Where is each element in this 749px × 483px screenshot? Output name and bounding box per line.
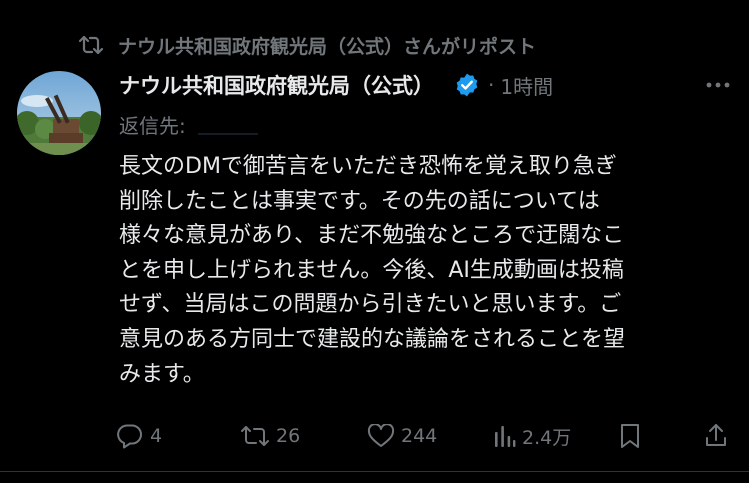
bookmark-button[interactable] bbox=[619, 418, 641, 454]
views-count: 2.4万 bbox=[522, 426, 572, 449]
post-header: ナウル共和国政府観光局（公式） · 1時間 bbox=[119, 66, 553, 104]
divider bbox=[0, 471, 749, 472]
views-button[interactable]: 2.4万 bbox=[494, 418, 571, 454]
more-options-icon[interactable] bbox=[705, 72, 731, 98]
repost-count: 26 bbox=[276, 425, 301, 447]
post-body-line: とを申し上げられません。今後、AI生成動画は投稿 bbox=[119, 257, 624, 283]
repost-button[interactable]: 26 bbox=[240, 418, 300, 454]
reply-count: 4 bbox=[150, 425, 163, 447]
like-count: 244 bbox=[401, 425, 438, 447]
like-button[interactable]: 244 bbox=[367, 418, 437, 454]
post-body-line: せず、当局はこの問題から引きたいと思います。ご bbox=[119, 292, 622, 318]
post-body: 長文のDMで御苦言をいただき恐怖を覚え取り急ぎ 削除したことは事実です。その先の… bbox=[119, 150, 729, 392]
post-body-line: 意見のある方同士で建設的な議論をされることを望 bbox=[119, 326, 626, 352]
repost-icon bbox=[78, 34, 104, 56]
repost-icon bbox=[240, 425, 270, 447]
reply-to: 返信先: bbox=[119, 108, 258, 140]
heart-icon bbox=[367, 424, 395, 448]
author-display-name[interactable]: ナウル共和国政府観光局（公式） bbox=[119, 70, 434, 100]
post-body-line: みます。 bbox=[119, 361, 205, 387]
post-body-line: 長文のDMで御苦言をいただき恐怖を覚え取り急ぎ bbox=[119, 154, 617, 179]
bookmark-icon bbox=[619, 423, 641, 449]
post-timestamp[interactable]: 1時間 bbox=[500, 71, 553, 100]
post-body-line: 削除したことは事実です。その先の話については bbox=[119, 188, 600, 214]
post-body-line: 様々な意見があり、まだ不勉強なところで迂闊なこ bbox=[119, 223, 625, 249]
action-bar: 4 26 244 2.4万 bbox=[116, 418, 731, 454]
avatar[interactable] bbox=[17, 71, 101, 155]
verified-badge-icon[interactable] bbox=[454, 72, 480, 98]
header-separator: · bbox=[488, 73, 495, 97]
share-icon bbox=[704, 423, 728, 449]
reply-icon bbox=[116, 423, 144, 449]
reply-button[interactable]: 4 bbox=[116, 418, 162, 454]
repost-context[interactable]: ナウル共和国政府観光局（公式）さんがリポスト bbox=[78, 30, 536, 60]
views-icon bbox=[494, 424, 516, 448]
reply-to-handle[interactable] bbox=[197, 133, 258, 135]
reply-to-label: 返信先: bbox=[119, 113, 186, 138]
share-button[interactable] bbox=[704, 418, 728, 454]
repost-context-text: ナウル共和国政府観光局（公式）さんがリポスト bbox=[118, 35, 537, 58]
